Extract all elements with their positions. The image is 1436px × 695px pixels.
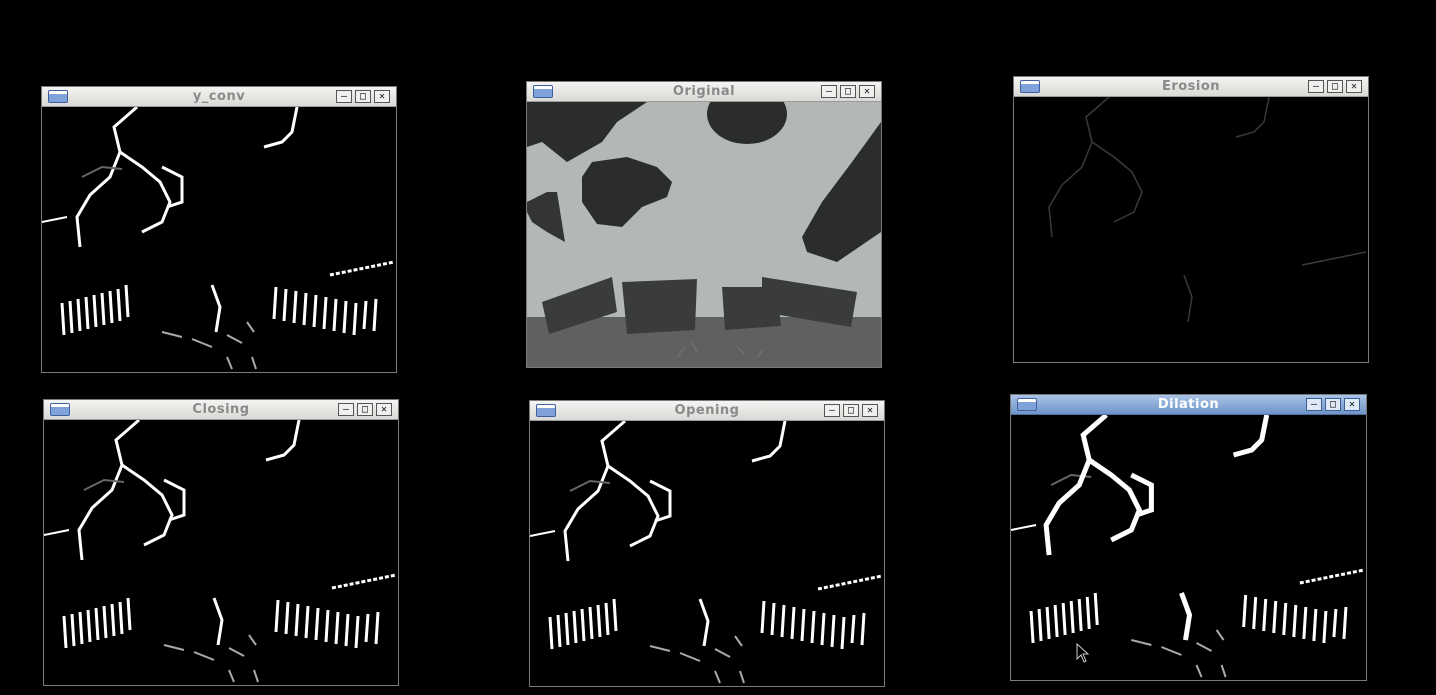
- window-erosion[interactable]: Erosion – □ ✕: [1013, 76, 1369, 363]
- maximize-icon[interactable]: □: [843, 404, 859, 417]
- edge-image: [42, 107, 396, 372]
- window-y-conv[interactable]: y_conv – □ ✕: [41, 86, 397, 373]
- maximize-icon[interactable]: □: [355, 90, 371, 103]
- close-icon[interactable]: ✕: [374, 90, 390, 103]
- minimize-icon[interactable]: –: [338, 403, 354, 416]
- maximize-icon[interactable]: □: [357, 403, 373, 416]
- opening-image: [530, 421, 884, 686]
- maximize-icon[interactable]: □: [840, 85, 856, 98]
- window-opening[interactable]: Opening – □ ✕: [529, 400, 885, 687]
- window-titlebar[interactable]: Closing – □ ✕: [44, 400, 398, 420]
- close-icon[interactable]: ✕: [376, 403, 392, 416]
- window-titlebar[interactable]: Opening – □ ✕: [530, 401, 884, 421]
- original-scene-image: [527, 102, 881, 367]
- window-original[interactable]: Original – □ ✕: [526, 81, 882, 368]
- window-dilation[interactable]: Dilation – □ ✕: [1010, 394, 1367, 681]
- erosion-image: [1014, 97, 1368, 362]
- window-titlebar[interactable]: Original – □ ✕: [527, 82, 881, 102]
- minimize-icon[interactable]: –: [824, 404, 840, 417]
- mouse-pointer-icon: [1076, 642, 1090, 667]
- window-titlebar[interactable]: Erosion – □ ✕: [1014, 77, 1368, 97]
- minimize-icon[interactable]: –: [821, 85, 837, 98]
- closing-image: [44, 420, 398, 685]
- maximize-icon[interactable]: □: [1327, 80, 1343, 93]
- close-icon[interactable]: ✕: [859, 85, 875, 98]
- window-titlebar[interactable]: Dilation – □ ✕: [1011, 395, 1366, 415]
- minimize-icon[interactable]: –: [336, 90, 352, 103]
- close-icon[interactable]: ✕: [1346, 80, 1362, 93]
- maximize-icon[interactable]: □: [1325, 398, 1341, 411]
- window-closing[interactable]: Closing – □ ✕: [43, 399, 399, 686]
- close-icon[interactable]: ✕: [862, 404, 878, 417]
- minimize-icon[interactable]: –: [1306, 398, 1322, 411]
- window-titlebar[interactable]: y_conv – □ ✕: [42, 87, 396, 107]
- minimize-icon[interactable]: –: [1308, 80, 1324, 93]
- close-icon[interactable]: ✕: [1344, 398, 1360, 411]
- dilation-image: [1011, 415, 1366, 680]
